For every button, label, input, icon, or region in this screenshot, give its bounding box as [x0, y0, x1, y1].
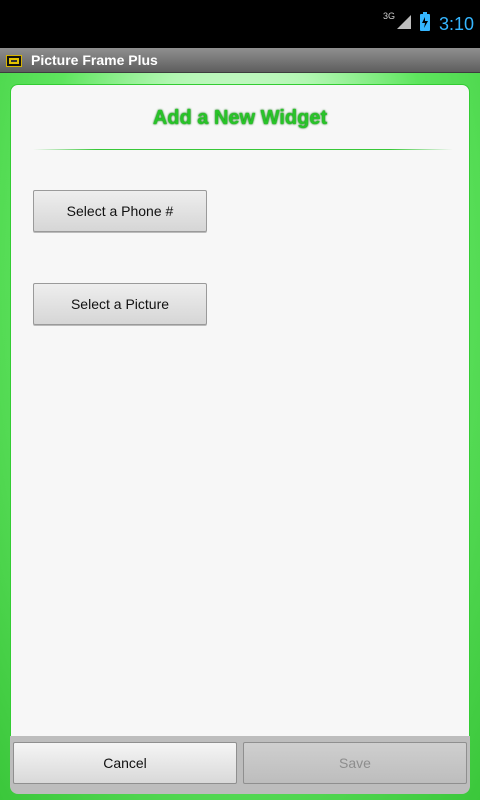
- signal-icon: [395, 13, 413, 36]
- clock: 3:10: [438, 13, 474, 34]
- status-bar: 3G 3:10: [0, 0, 480, 48]
- status-icons: 3G 3:10: [383, 10, 474, 38]
- app-title: Picture Frame Plus: [31, 52, 158, 68]
- battery-icon: [419, 11, 431, 37]
- title-bar: Picture Frame Plus: [0, 48, 480, 73]
- add-widget-dialog: Add a New Widget Select a Phone # Select…: [10, 84, 470, 794]
- title-divider: [33, 149, 453, 150]
- dialog-button-bar: Cancel Save: [10, 736, 470, 794]
- save-button[interactable]: Save: [243, 742, 467, 784]
- dialog-title: Add a New Widget: [152, 107, 328, 129]
- app-icon: [6, 54, 22, 67]
- select-picture-button[interactable]: Select a Picture: [33, 283, 207, 325]
- network-type: 3G: [382, 11, 395, 21]
- cancel-button[interactable]: Cancel: [13, 742, 237, 784]
- select-phone-button[interactable]: Select a Phone #: [33, 190, 207, 232]
